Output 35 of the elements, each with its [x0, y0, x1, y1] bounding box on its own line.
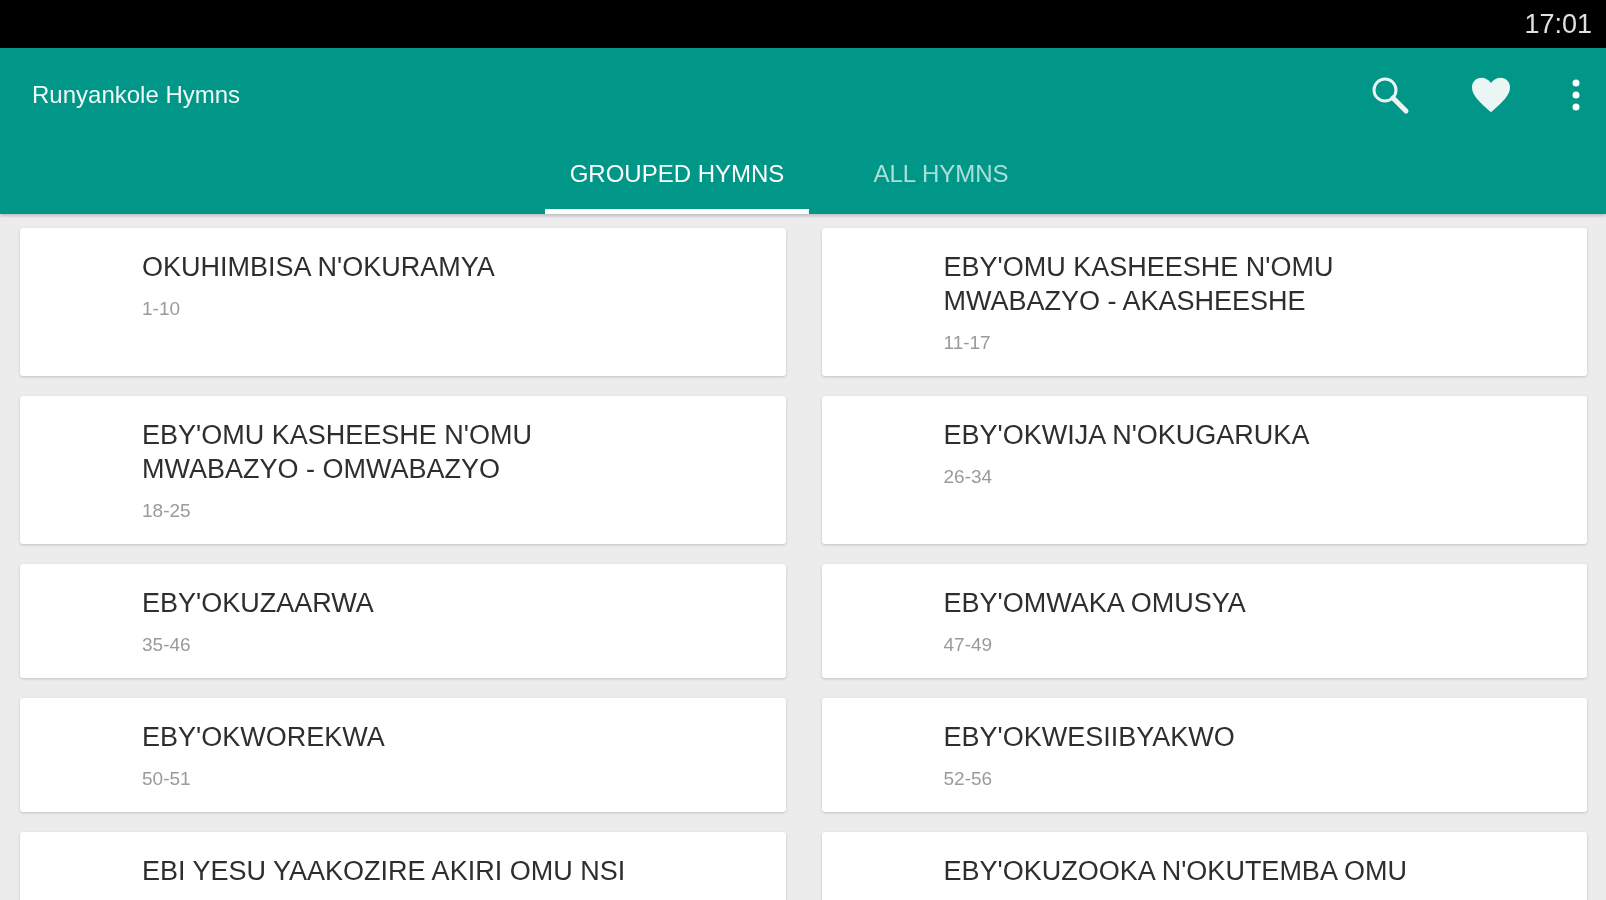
group-title: EBY'OKWESIIBYAKWO [943, 721, 1235, 754]
hymn-range: 35-46 [142, 634, 192, 656]
hymn-range: 52-56 [943, 768, 994, 790]
hymn-group-card[interactable]: EBY'OMWAKA OMUSYA 47-49 [821, 564, 1587, 678]
hymn-range: 1-10 [142, 298, 182, 320]
clock-time: 17:01 [1524, 8, 1592, 40]
hymn-group-card[interactable]: EBY'OKUZOOKA N'OKUTEMBA OMU [821, 832, 1587, 900]
hymn-group-card[interactable]: EBY'OKWIJA N'OKUGARUKA 26-34 [821, 396, 1587, 544]
group-title: EBY'OKWOREKWA [142, 721, 385, 754]
group-title: EBY'OKWIJA N'OKUGARUKA [943, 419, 1310, 452]
hymn-group-card[interactable]: EBY'OKUZAARWA 35-46 [20, 564, 786, 678]
group-title: MWABAZYO - OMWABAZYO [142, 453, 500, 486]
group-title: EBY'OMU KASHEESHE N'OMU [943, 251, 1334, 284]
hymn-range: 50-51 [142, 768, 192, 790]
group-title: EBY'OKUZOOKA N'OKUTEMBA OMU [943, 855, 1407, 888]
group-title: EBY'OKUZAARWA [142, 587, 374, 620]
hymn-group-card[interactable]: EBY'OMU KASHEESHE N'OMU MWABAZYO - AKASHEESHE 11-17 [821, 228, 1587, 376]
hymn-range: 26-34 [943, 466, 994, 488]
hymn-group-card[interactable]: EBI YESU YAAKOZIRE AKIRI OMU NSI [20, 832, 786, 900]
app-title: Runyankole Hymns [32, 81, 241, 109]
more-menu-icon[interactable] [1570, 78, 1582, 112]
hymn-group-card[interactable]: EBY'OMU KASHEESHE N'OMU MWABAZYO - OMWABAZYO 18-25 [20, 396, 786, 544]
hymn-range: 11-17 [943, 332, 992, 354]
hymn-range: 47-49 [943, 634, 994, 656]
group-title: MWABAZYO - AKASHEESHE [943, 285, 1306, 318]
group-title: OKUHIMBISA N'OKURAMYA [142, 251, 495, 284]
group-title: EBI YESU YAAKOZIRE AKIRI OMU NSI [142, 855, 626, 888]
group-title: EBY'OMU KASHEESHE N'OMU [142, 419, 532, 452]
hymn-group-card[interactable]: EBY'OKWESIIBYAKWO 52-56 [821, 698, 1587, 812]
hymn-range: 18-25 [142, 500, 192, 522]
heart-icon[interactable] [1470, 76, 1512, 114]
hymn-group-card[interactable]: EBY'OKWOREKWA 50-51 [20, 698, 786, 812]
tab[interactable]: GROUPED HYMNS [545, 144, 809, 214]
group-title: EBY'OMWAKA OMUSYA [943, 587, 1246, 620]
hymn-group-card[interactable]: OKUHIMBISA N'OKURAMYA 1-10 [20, 228, 786, 376]
